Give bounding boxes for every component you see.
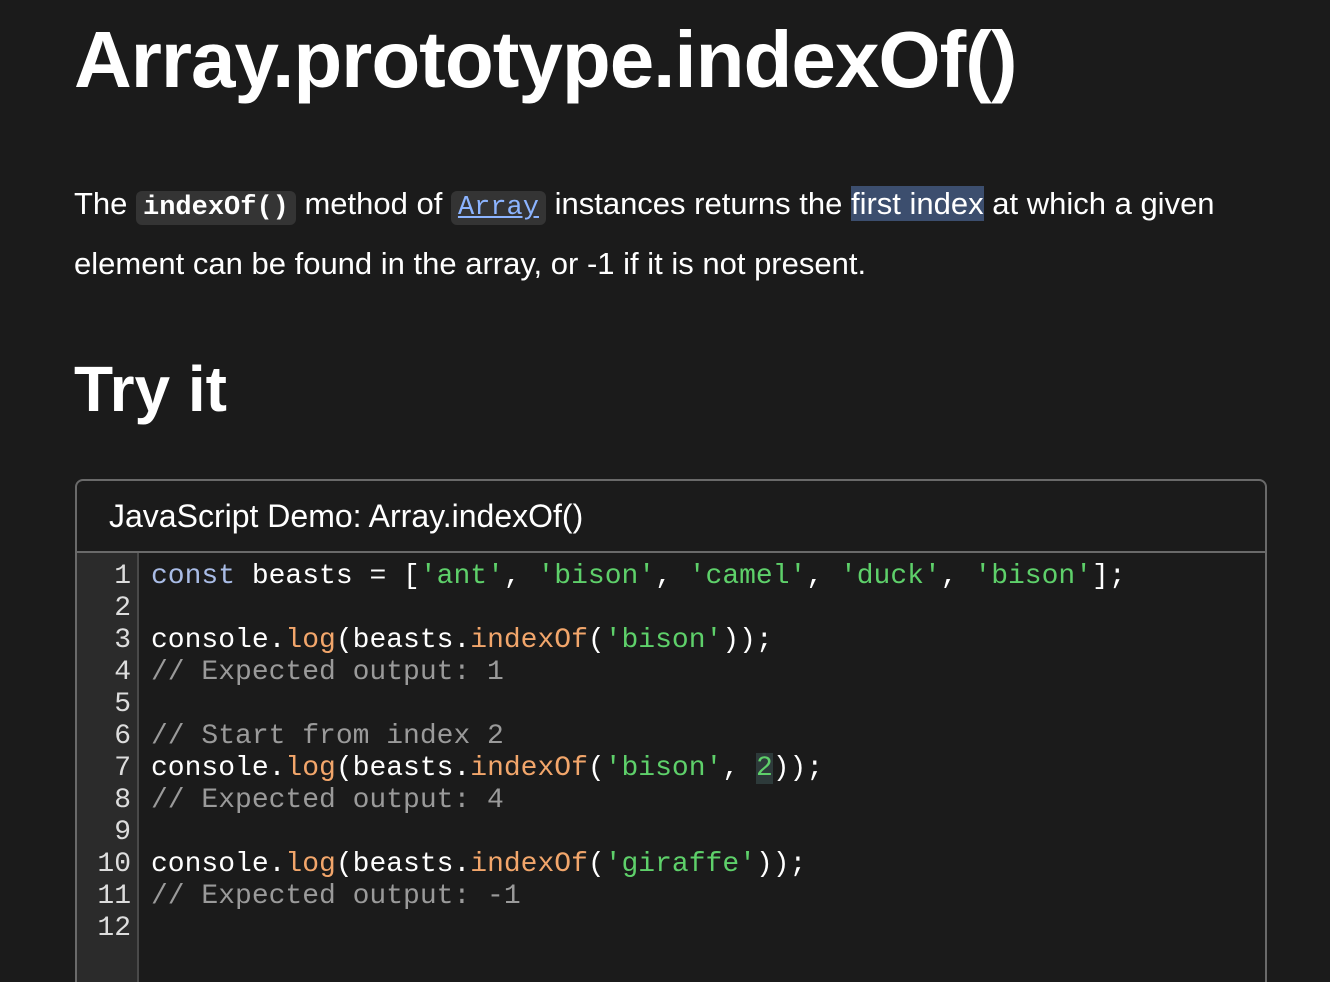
intro-paragraph: The indexOf() method of Array instances … [74, 176, 1274, 292]
code-token-plain: (beasts. [335, 849, 471, 880]
code-token-plain: , [722, 753, 756, 784]
code-token-cm: // Expected output: 1 [151, 657, 504, 688]
code-token-cm: // Expected output: 4 [151, 785, 504, 816]
line-number: 3 [114, 625, 131, 656]
code-token-str: 'duck' [839, 561, 941, 592]
interactive-demo: JavaScript Demo: Array.indexOf() 1234567… [75, 479, 1267, 982]
code-line[interactable]: // Expected output: 4 [151, 785, 1126, 817]
line-numbers: 1 2 3 4 5 6 7 8 9 10 11 12 [77, 553, 139, 982]
code-line[interactable] [151, 817, 1126, 849]
code-token-str: 'bison' [604, 625, 723, 656]
code-line[interactable]: // Expected output: -1 [151, 881, 1126, 913]
line-number: 2 [114, 593, 131, 624]
line-number: 1 [114, 561, 131, 592]
code-token-kw: const [151, 561, 236, 592]
code-token-fn: log [285, 849, 336, 880]
intro-text: method of [295, 186, 451, 221]
code-token-cm: // Expected output: -1 [151, 881, 521, 912]
code-line[interactable]: console.log(beasts.indexOf('bison')); [151, 625, 1126, 657]
code-token-plain: console. [151, 753, 286, 784]
line-number: 11 [97, 881, 131, 912]
page-title: Array.prototype.indexOf() [74, 15, 1017, 104]
code-token-fn: log [285, 625, 336, 656]
code-token-plain: (beasts. [335, 625, 471, 656]
code-token-str: 'camel' [688, 561, 807, 592]
code-area[interactable]: const beasts = ['ant', 'bison', 'camel',… [139, 553, 1126, 982]
code-token-str: 'bison' [974, 561, 1093, 592]
code-token-str: 'bison' [604, 753, 723, 784]
code-line[interactable]: const beasts = ['ant', 'bison', 'camel',… [151, 561, 1126, 593]
code-token-plain: ( [587, 625, 605, 656]
code-token-plain: beasts = [ [235, 561, 420, 592]
code-editor[interactable]: 1 2 3 4 5 6 7 8 9 10 11 12 const beasts = ['ant', '… [77, 553, 1265, 982]
line-number: 10 [97, 849, 131, 880]
code-token-plain: console. [151, 625, 286, 656]
code-line[interactable]: // Expected output: 1 [151, 657, 1126, 689]
code-token-plain: (beasts. [335, 753, 471, 784]
line-number: 9 [114, 817, 131, 848]
code-token-fn: indexOf [470, 625, 588, 656]
code-token-plain: , [503, 561, 538, 592]
intro-text: instances returns the [545, 186, 851, 221]
line-number: 6 [114, 721, 131, 752]
code-token-plain: )); [722, 625, 773, 656]
code-token-plain: , [655, 561, 689, 592]
code-line[interactable] [151, 593, 1126, 625]
array-link[interactable]: Array [450, 191, 546, 225]
page: Array.prototype.indexOf() The indexOf() … [0, 0, 1330, 982]
line-number: 5 [114, 689, 131, 720]
code-token-str: 'bison' [537, 561, 656, 592]
inline-code-indexof: indexOf() [136, 191, 296, 225]
code-token-fn: log [285, 753, 336, 784]
code-line[interactable] [151, 913, 1126, 945]
code-line[interactable]: // Start from index 2 [151, 721, 1126, 753]
code-line[interactable] [151, 689, 1126, 721]
code-line[interactable]: console.log(beasts.indexOf('bison', 2)); [151, 753, 1126, 785]
code-token-plain: , [806, 561, 840, 592]
code-token-cm: // Start from index 2 [151, 721, 504, 752]
line-number: 8 [114, 785, 131, 816]
code-token-fn: indexOf [470, 753, 588, 784]
code-token-num: 2 [755, 753, 773, 784]
code-line[interactable]: console.log(beasts.indexOf('giraffe')); [151, 849, 1126, 881]
line-number: 12 [97, 913, 131, 944]
code-token-plain: ]; [1092, 561, 1126, 592]
line-number: 7 [114, 753, 131, 784]
try-it-heading: Try it [74, 353, 227, 425]
code-token-plain: ( [587, 753, 605, 784]
code-token-str: 'ant' [419, 561, 504, 592]
code-token-plain: console. [151, 849, 286, 880]
code-token-str: 'giraffe' [604, 849, 756, 880]
demo-title: JavaScript Demo: Array.indexOf() [77, 481, 1265, 553]
code-token-plain: )); [772, 753, 824, 784]
code-token-plain: , [940, 561, 975, 592]
selected-text: first index [850, 186, 984, 221]
line-number: 4 [114, 657, 131, 688]
code-token-fn: indexOf [470, 849, 588, 880]
code-token-plain: ( [587, 849, 605, 880]
intro-text: The [74, 186, 137, 221]
code-token-plain: )); [755, 849, 807, 880]
